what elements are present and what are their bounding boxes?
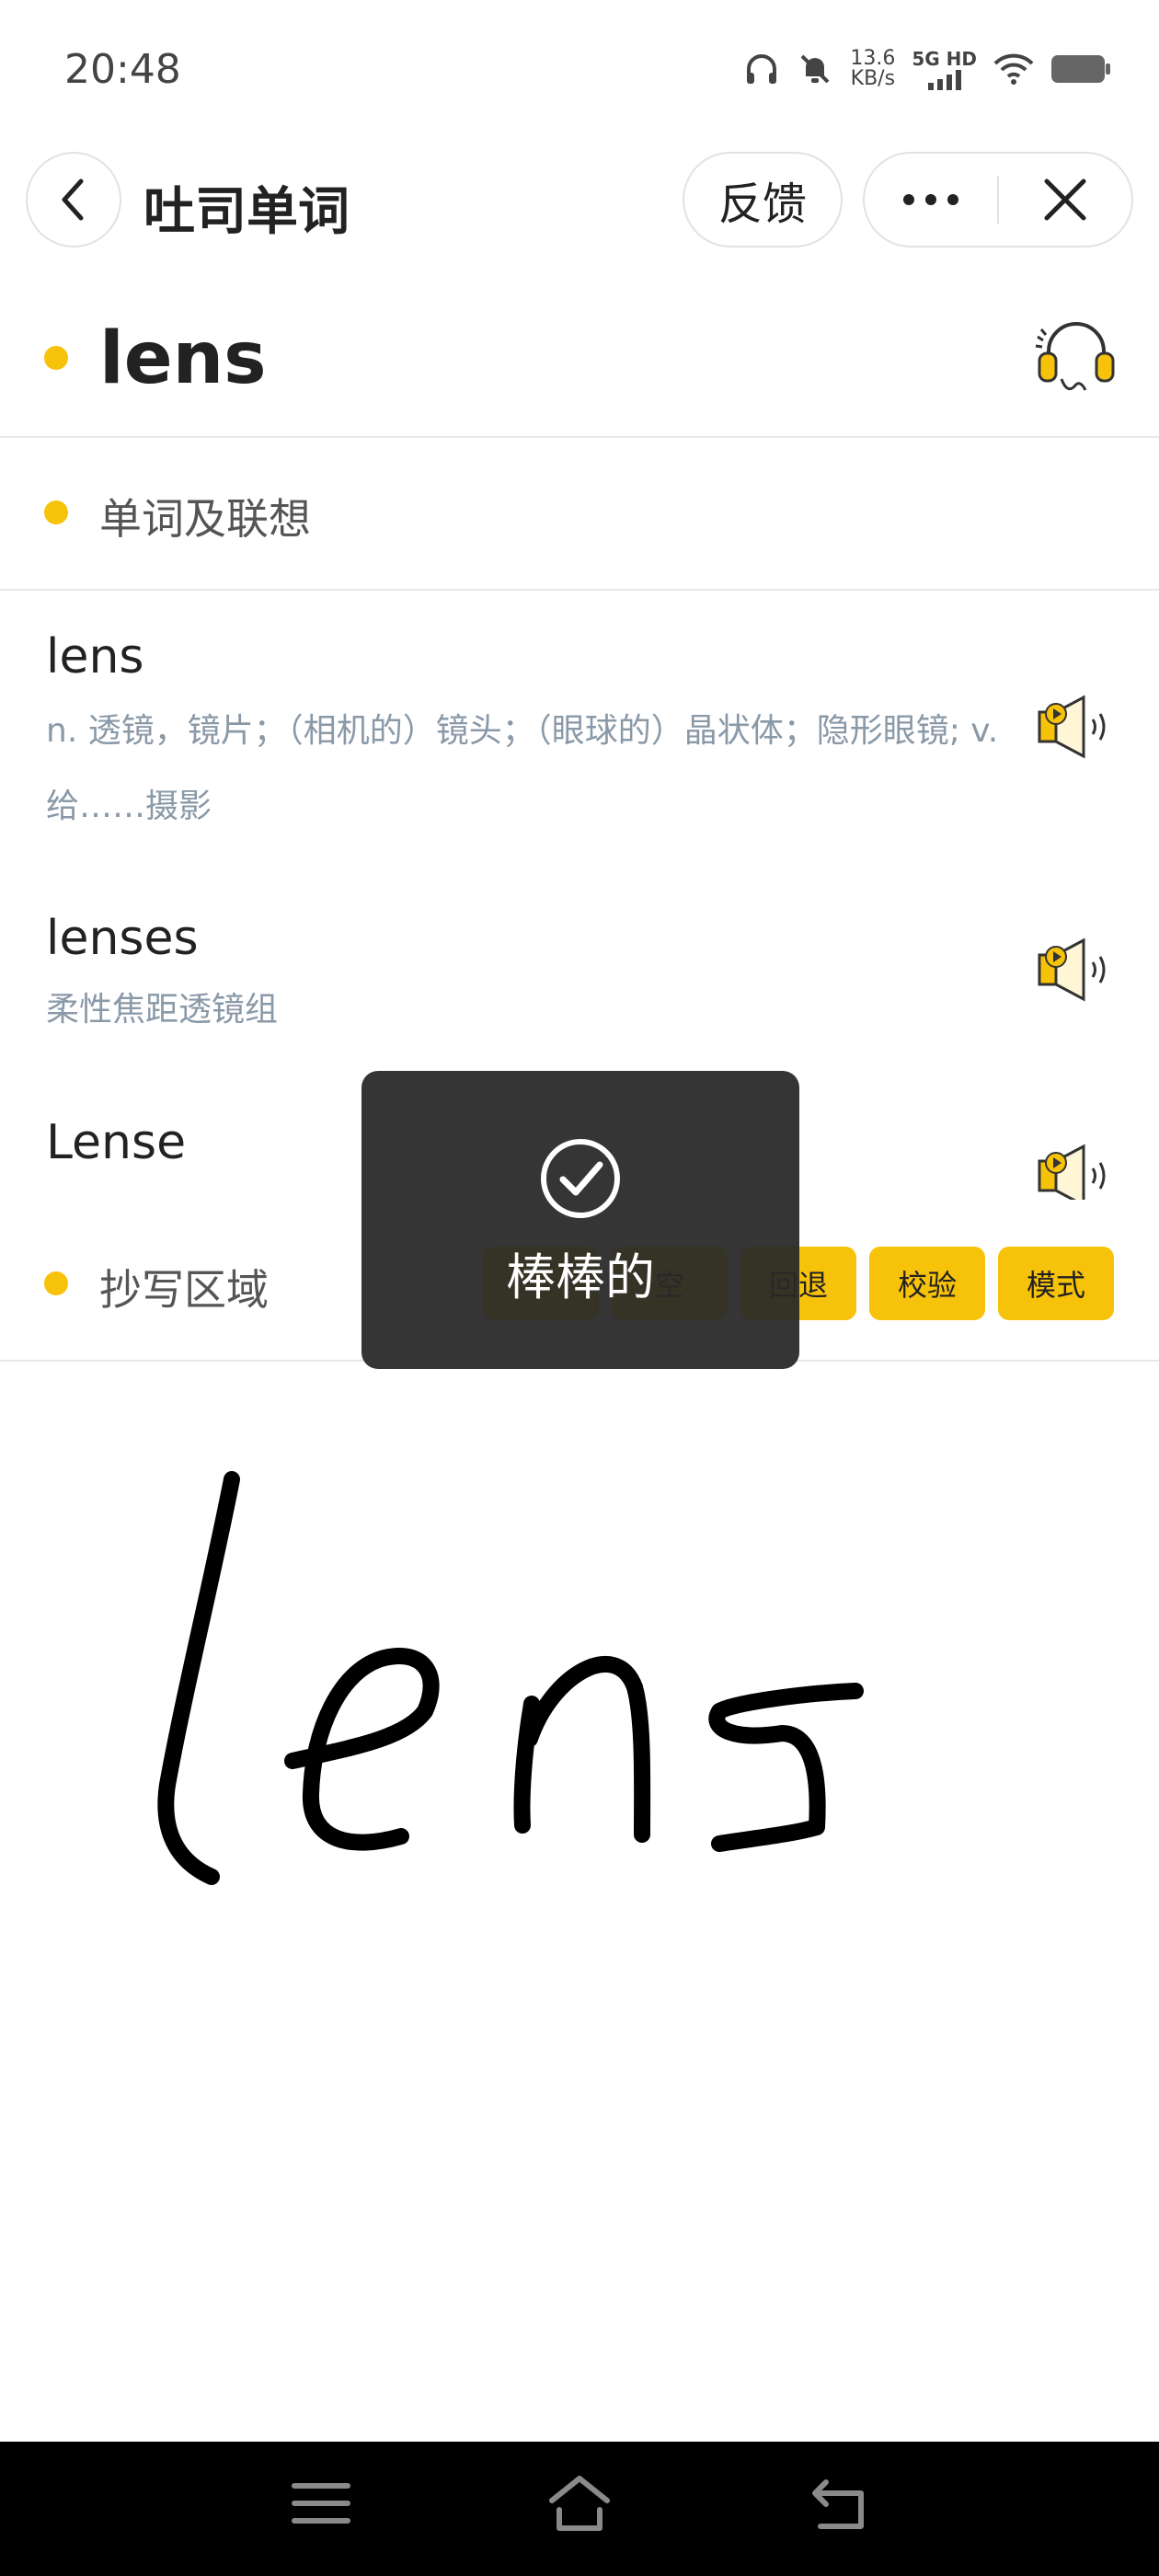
- home-icon: [549, 2476, 610, 2531]
- entry-word: lenses: [46, 911, 199, 966]
- headphones-icon[interactable]: [1034, 313, 1117, 396]
- menu-button[interactable]: [291, 2478, 351, 2532]
- status-icons: 13.6 KB/s 5G HD: [743, 48, 1111, 90]
- net-speed-unit: KB/s: [850, 67, 896, 90]
- net-speed-value: 13.6: [850, 47, 896, 70]
- entry-word: Lense: [46, 1115, 187, 1170]
- handwriting-stroke: [284, 1648, 440, 1851]
- section-title-related: 单词及联想: [99, 494, 311, 544]
- battery-icon: [1051, 55, 1110, 83]
- entry-word: lens: [46, 629, 144, 684]
- handwriting-stroke: [513, 1655, 651, 1843]
- app-title: 吐司单词: [143, 182, 350, 242]
- network-type: 5G HD: [912, 48, 977, 70]
- close-icon: [1044, 178, 1086, 221]
- handwriting-canvas[interactable]: [0, 1362, 1159, 2442]
- section-bullet: [44, 500, 68, 524]
- more-dots-icon: [903, 194, 958, 205]
- status-time: 20:48: [64, 46, 181, 93]
- success-toast: 棒棒的: [361, 1071, 799, 1369]
- back-button[interactable]: [26, 152, 121, 247]
- bell-muted-icon: [800, 54, 830, 84]
- handwriting-stroke: [708, 1683, 864, 1852]
- entry-definition: 柔性焦距透镜组: [46, 991, 279, 1029]
- miniapp-capsule: [863, 152, 1133, 247]
- divider: [0, 436, 1159, 438]
- system-nav-bar: [0, 2442, 1159, 2576]
- home-button[interactable]: [546, 2473, 613, 2537]
- return-button[interactable]: [808, 2477, 868, 2536]
- return-icon: [812, 2479, 864, 2529]
- section-title-copy-area: 抄写区域: [99, 1265, 269, 1315]
- mode-button[interactable]: 模式: [998, 1247, 1114, 1320]
- word-bullet: [44, 346, 68, 370]
- net-speed: 13.6 KB/s: [850, 49, 895, 89]
- speaker-icon[interactable]: [1036, 694, 1113, 760]
- handwriting-stroke: [157, 1471, 240, 1885]
- signal-icon: [927, 70, 961, 90]
- word-title: lens: [99, 317, 267, 400]
- headphone-status-icon: [747, 54, 777, 84]
- speaker-icon[interactable]: [1036, 937, 1113, 1003]
- checkmark-circle-icon: [541, 1139, 620, 1218]
- divider: [0, 589, 1159, 591]
- menu-icon: [292, 2483, 350, 2524]
- feedback-button[interactable]: 反馈: [683, 152, 843, 247]
- entry-definition: n. 透镜，镜片；（相机的）镜头；（眼球的）晶状体；隐形眼镜; v. 给……摄影: [46, 712, 999, 825]
- close-button[interactable]: [999, 154, 1131, 246]
- section-bullet: [44, 1271, 68, 1295]
- more-button[interactable]: [865, 154, 997, 246]
- back-arrow-icon: [62, 178, 84, 221]
- wifi-icon: [993, 53, 1034, 85]
- check-button[interactable]: 校验: [869, 1247, 985, 1320]
- toast-message: 棒棒的: [506, 1248, 655, 1306]
